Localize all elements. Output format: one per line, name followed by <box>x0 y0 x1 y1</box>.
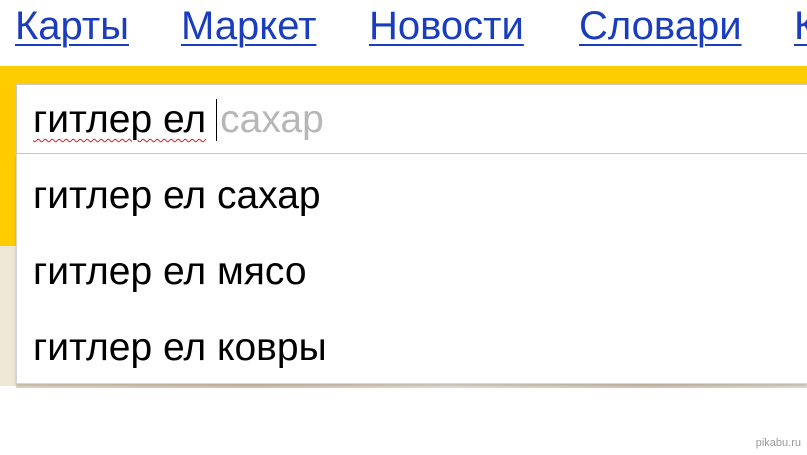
nav-link-maps[interactable]: Карты <box>15 2 129 50</box>
search-query: гитлер ел сахар <box>33 97 324 143</box>
nav-link-news[interactable]: Новости <box>369 2 524 50</box>
suggestion-item[interactable]: гитлер ел ковры <box>33 322 327 374</box>
nav-link-market[interactable]: Маркет <box>181 2 316 50</box>
background-image-edge <box>0 246 16 386</box>
watermark: pikabu.ru <box>755 437 801 449</box>
suggestions-dropdown: гитлер ел сахар гитлер ел мясо гитлер ел… <box>16 154 807 384</box>
nav-link-dictionaries[interactable]: Словари <box>579 2 742 50</box>
suggestion-item[interactable]: гитлер ел мясо <box>33 246 307 298</box>
search-frame-left-strip <box>0 154 16 246</box>
search-typed-text: гитлер ел <box>33 98 207 141</box>
suggestion-item[interactable]: гитлер ел сахар <box>33 170 321 222</box>
search-completion-hint: сахар <box>220 98 324 141</box>
search-input[interactable]: гитлер ел сахар <box>16 84 807 154</box>
nav-link-partial[interactable]: К <box>794 2 807 50</box>
text-caret <box>216 99 218 141</box>
top-navigation: Карты Маркет Новости Словари К <box>0 0 807 56</box>
